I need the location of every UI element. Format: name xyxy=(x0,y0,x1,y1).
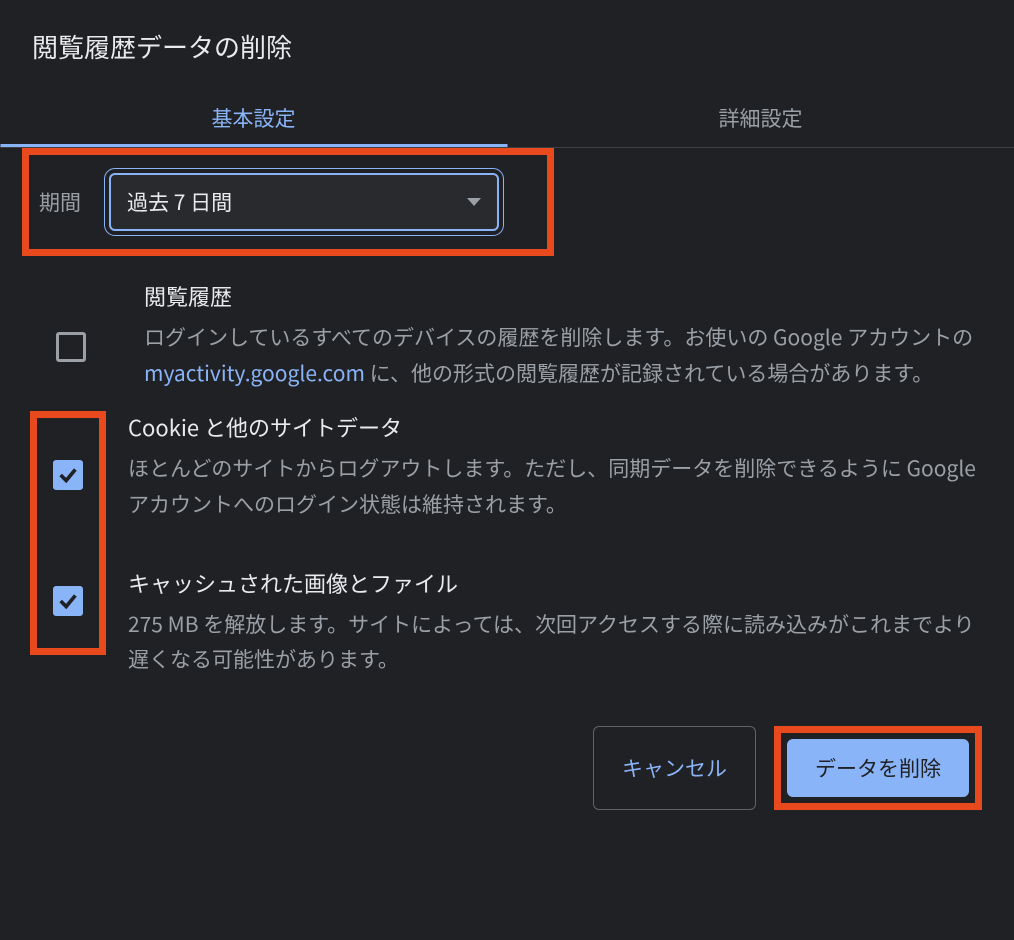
option-desc-history: ログインしているすべてのデバイスの履歴を削除します。お使いの Google アカ… xyxy=(144,320,982,391)
option-desc-cache: 275 MB を解放します。サイトによっては、次回アクセスする際に読み込みがこれ… xyxy=(128,607,982,678)
dialog-footer: キャンセル データを削除 xyxy=(0,678,1014,842)
option-cache: キャッシュされた画像とファイル 275 MB を解放します。サイトによっては、次… xyxy=(128,567,982,678)
option-title-cache: キャッシュされた画像とファイル xyxy=(128,567,982,599)
option-browsing-history: 閲覧履歴 ログインしているすべてのデバイスの履歴を削除します。お使いの Goog… xyxy=(32,264,982,411)
checkmark-icon xyxy=(57,464,79,486)
tab-basic[interactable]: 基本設定 xyxy=(0,89,507,147)
checkmark-icon xyxy=(57,590,79,612)
option-cookies: Cookie と他のサイトデータ ほとんどのサイトからログアウトします。ただし、… xyxy=(128,411,982,522)
checkbox-cookies[interactable] xyxy=(53,460,83,490)
clear-data-button[interactable]: データを削除 xyxy=(787,739,969,797)
chevron-down-icon xyxy=(467,198,481,206)
tab-advanced[interactable]: 詳細設定 xyxy=(507,89,1014,147)
time-range-value: 過去 7 日間 xyxy=(127,187,232,217)
clear-browsing-data-dialog: 閲覧履歴データの削除 基本設定 詳細設定 期間 過去 7 日間 閲覧履歴 ログイ… xyxy=(0,0,1014,842)
option-title-cookies: Cookie と他のサイトデータ xyxy=(128,411,982,443)
checkbox-cache[interactable] xyxy=(53,586,83,616)
dialog-title: 閲覧履歴データの削除 xyxy=(0,0,1014,89)
time-range-label: 期間 xyxy=(39,187,81,217)
checkbox-browsing-history[interactable] xyxy=(56,332,86,362)
options-grouped: Cookie と他のサイトデータ ほとんどのサイトからログアウトします。ただし、… xyxy=(32,411,982,678)
option-title-history: 閲覧履歴 xyxy=(144,280,982,312)
tabs: 基本設定 詳細設定 xyxy=(0,89,1014,148)
confirm-highlight: データを削除 xyxy=(774,726,982,810)
dialog-content: 期間 過去 7 日間 閲覧履歴 ログインしているすべてのデバイスの履歴を削除しま… xyxy=(0,148,1014,678)
time-range-dropdown[interactable]: 過去 7 日間 xyxy=(109,173,499,231)
checkbox-highlight-group xyxy=(30,411,106,655)
myactivity-link[interactable]: myactivity.google.com xyxy=(144,358,365,388)
option-desc-cookies: ほとんどのサイトからログアウトします。ただし、同期データを削除できるように Go… xyxy=(128,451,982,522)
options-list: 閲覧履歴 ログインしているすべてのデバイスの履歴を削除します。お使いの Goog… xyxy=(32,256,982,678)
cancel-button[interactable]: キャンセル xyxy=(593,726,756,810)
time-range-highlight: 期間 過去 7 日間 xyxy=(22,148,554,256)
